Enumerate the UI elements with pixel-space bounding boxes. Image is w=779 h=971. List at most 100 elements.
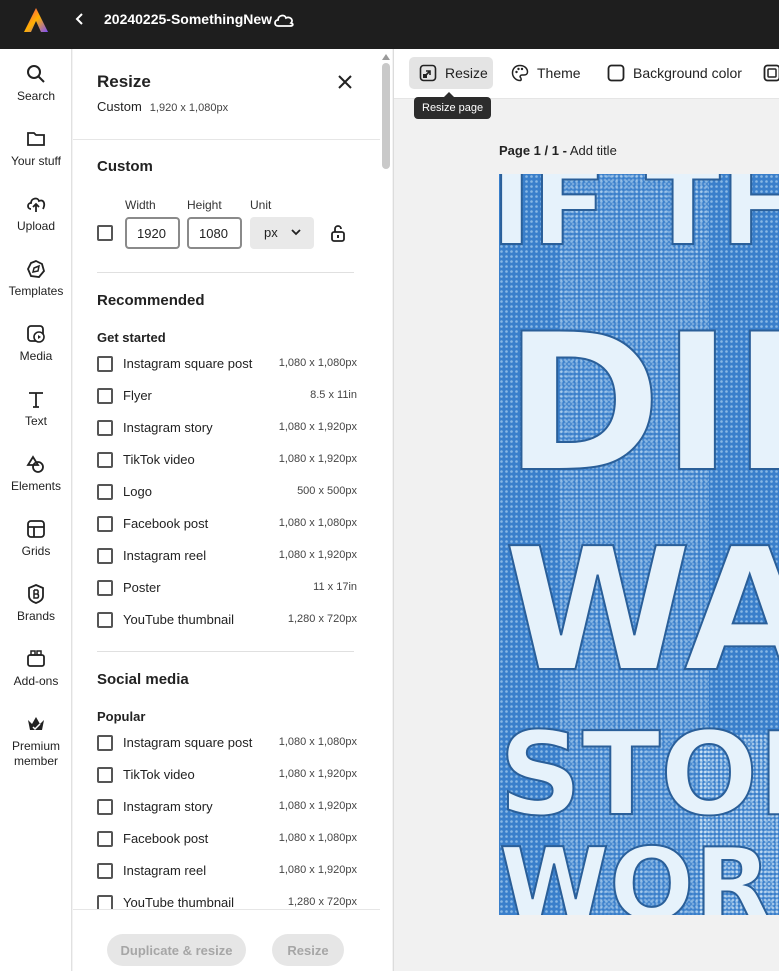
cloud-icon[interactable]: [272, 10, 296, 30]
size-option[interactable]: Facebook post 1,080 x 1,080px: [97, 829, 357, 849]
size-option[interactable]: TikTok video 1,080 x 1,920px: [97, 765, 357, 785]
search-icon: [27, 65, 45, 83]
size-option[interactable]: YouTube thumbnail 1,280 x 720px: [97, 610, 357, 630]
background-color-label: Background color: [633, 65, 742, 81]
size-option-dimensions: 1,080 x 1,080px: [278, 736, 357, 748]
duplicate-resize-button[interactable]: Duplicate & resize: [107, 934, 246, 966]
divider: [73, 139, 380, 140]
size-option-checkbox[interactable]: [97, 767, 113, 783]
rail-label: Upload: [16, 219, 56, 233]
size-option[interactable]: Instagram story 1,080 x 1,920px: [97, 797, 357, 817]
size-option-label: Instagram square post: [123, 356, 253, 371]
rail-label: Elements: [10, 479, 62, 493]
size-option[interactable]: Instagram square post 1,080 x 1,080px: [97, 733, 357, 753]
page-number: Page 1 / 1 -: [499, 143, 567, 158]
size-option[interactable]: Poster 11 x 17in: [97, 578, 357, 598]
panel-title: Resize: [97, 72, 151, 91]
height-input[interactable]: [187, 217, 242, 249]
size-option-checkbox[interactable]: [97, 831, 113, 847]
size-option-dimensions: 1,280 x 720px: [287, 613, 357, 625]
rail-item-text[interactable]: Text: [0, 388, 72, 429]
size-option-label: YouTube thumbnail: [123, 612, 235, 627]
size-option-dimensions: 1,080 x 1,080px: [278, 357, 357, 369]
size-option[interactable]: Flyer 8.5 x 11in: [97, 386, 357, 406]
color-swatch-icon: [607, 64, 625, 82]
unit-dropdown[interactable]: px: [250, 217, 314, 249]
artwork-text-line: DIE: [504, 293, 779, 514]
size-option-checkbox[interactable]: [97, 863, 113, 879]
divider: [97, 272, 354, 273]
document-title[interactable]: 20240225-SomethingNew: [104, 11, 272, 27]
more-tools-icon[interactable]: [763, 64, 779, 82]
size-option[interactable]: Instagram story 1,080 x 1,920px: [97, 418, 357, 438]
scrollbar-thumb[interactable]: [382, 63, 390, 169]
rail-item-upload[interactable]: Upload: [0, 193, 72, 234]
rail-label: Your stuff: [10, 154, 62, 168]
text-icon: [29, 392, 43, 408]
rail-item-premium[interactable]: Premium member: [0, 713, 72, 769]
size-option-label: Poster: [123, 580, 161, 595]
size-option-checkbox[interactable]: [97, 735, 113, 751]
custom-section-title: Custom: [97, 158, 153, 175]
size-option-checkbox[interactable]: [97, 580, 113, 596]
size-option[interactable]: Instagram square post 1,080 x 1,080px: [97, 354, 357, 374]
panel-scrollbar[interactable]: [380, 49, 392, 971]
rail-item-search[interactable]: Search: [0, 63, 72, 104]
size-option-dimensions: 11 x 17in: [313, 581, 357, 593]
unlock-icon[interactable]: [329, 223, 347, 243]
resize-page-tooltip: Resize page: [414, 92, 492, 119]
size-option-label: TikTok video: [123, 452, 195, 467]
resize-button[interactable]: Resize: [272, 934, 344, 966]
size-option-checkbox[interactable]: [97, 516, 113, 532]
size-option-checkbox[interactable]: [97, 356, 113, 372]
size-option[interactable]: Facebook post 1,080 x 1,080px: [97, 514, 357, 534]
size-option-dimensions: 1,080 x 1,920px: [278, 421, 357, 433]
scroll-up-arrow-icon[interactable]: [382, 53, 390, 61]
background-color-button[interactable]: Background color: [597, 57, 747, 89]
rail-label: Brands: [16, 609, 56, 623]
rail-item-elements[interactable]: Elements: [0, 453, 72, 494]
elements-icon: [26, 455, 44, 473]
size-option[interactable]: Instagram reel 1,080 x 1,920px: [97, 546, 357, 566]
size-option-label: Logo: [123, 484, 152, 499]
rail-label: Text: [24, 414, 47, 428]
size-option-label: Instagram reel: [123, 548, 207, 563]
upload-icon: [27, 197, 46, 212]
size-option-label: Flyer: [123, 388, 152, 403]
popular-subtitle: Popular: [97, 709, 146, 724]
resize-tool-button[interactable]: Resize: [409, 57, 493, 89]
size-option-checkbox[interactable]: [97, 612, 113, 628]
custom-checkbox[interactable]: [97, 225, 113, 241]
theme-tool-button[interactable]: Theme: [501, 57, 581, 89]
size-option-checkbox[interactable]: [97, 548, 113, 564]
rail-item-grids[interactable]: Grids: [0, 518, 72, 559]
rail-item-templates[interactable]: Templates: [0, 258, 72, 299]
rail-item-your-stuff[interactable]: Your stuff: [0, 128, 72, 169]
size-option-checkbox[interactable]: [97, 420, 113, 436]
close-icon[interactable]: [335, 72, 355, 92]
size-option-checkbox[interactable]: [97, 484, 113, 500]
artwork-graphic: IF TH DIE WA STOP WORKI: [499, 174, 779, 915]
rail-item-media[interactable]: Media: [0, 323, 72, 364]
size-option-checkbox[interactable]: [97, 388, 113, 404]
resize-tool-label: Resize: [445, 65, 488, 81]
rail-item-add-ons[interactable]: Add-ons: [0, 648, 72, 689]
add-title-link[interactable]: Add title: [570, 143, 617, 158]
back-chevron-icon[interactable]: [72, 9, 88, 29]
panel-footer: Duplicate & resize Resize: [73, 909, 380, 971]
size-option-checkbox[interactable]: [97, 452, 113, 468]
rail-item-brands[interactable]: Brands: [0, 583, 72, 624]
adobe-express-logo-icon[interactable]: [23, 7, 49, 33]
size-option-dimensions: 8.5 x 11in: [310, 389, 357, 401]
size-option-dimensions: 1,080 x 1,920px: [278, 453, 357, 465]
size-option[interactable]: TikTok video 1,080 x 1,920px: [97, 450, 357, 470]
artwork-text-line: WORKI: [499, 826, 779, 915]
size-option[interactable]: Logo 500 x 500px: [97, 482, 357, 502]
design-artwork[interactable]: IF TH DIE WA STOP WORKI: [499, 174, 779, 915]
addons-icon: [27, 650, 45, 667]
size-option-checkbox[interactable]: [97, 799, 113, 815]
templates-icon: [27, 260, 45, 278]
size-option[interactable]: Instagram reel 1,080 x 1,920px: [97, 861, 357, 881]
top-bar: 20240225-SomethingNew: [0, 0, 779, 49]
width-input[interactable]: [125, 217, 180, 249]
